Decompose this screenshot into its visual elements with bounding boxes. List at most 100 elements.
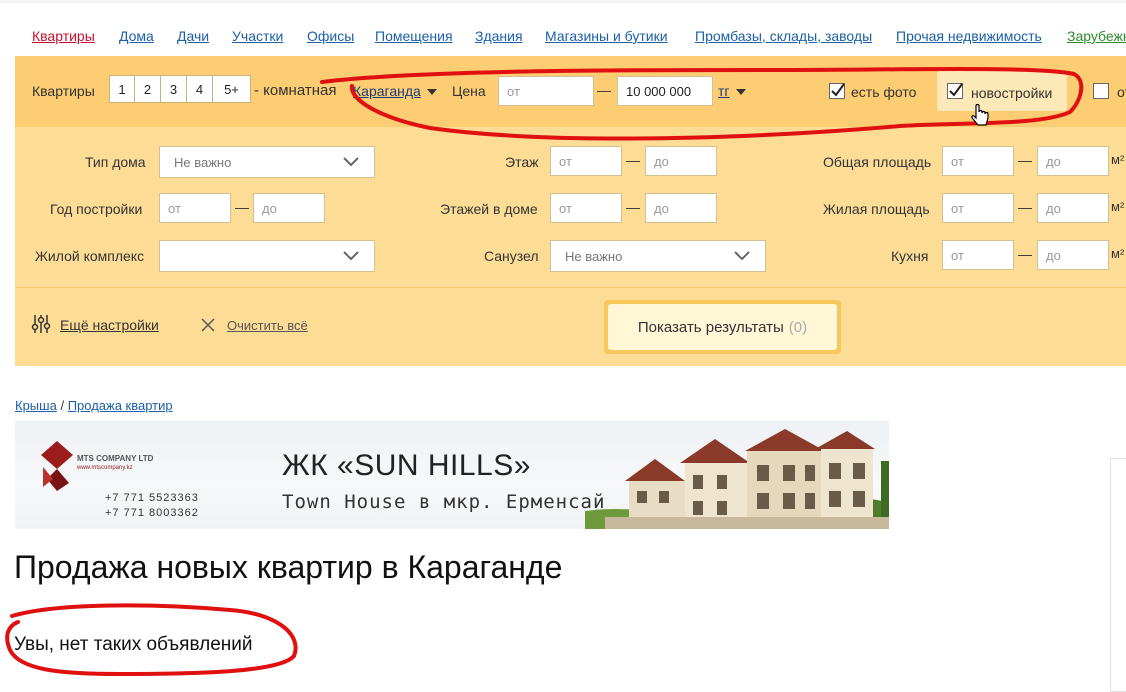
nav-item-abroad[interactable]: Зарубежн <box>1067 28 1126 44</box>
nav-item-buildings[interactable]: Здания <box>475 28 523 44</box>
living-area-label: Жилая площадь <box>823 201 930 217</box>
floors-to-input[interactable]: до <box>645 193 717 223</box>
unit-label: м² <box>1111 152 1125 167</box>
apartments-label: Квартиры <box>32 83 95 99</box>
city-value: Караганда <box>353 83 421 99</box>
currency-value: тг <box>718 83 730 99</box>
nav-item-apartments[interactable]: Квартиры <box>32 28 95 44</box>
category-nav: Квартиры Дома Дачи Участки Офисы Помещен… <box>0 0 1126 56</box>
chevron-down-icon <box>343 157 359 167</box>
show-results-button-frame: Показать результаты (0) <box>604 300 841 354</box>
room-count-selector: 1 2 3 4 5+ <box>109 75 251 103</box>
unit-label: м² <box>1111 246 1125 261</box>
floors-from-input[interactable]: от <box>550 193 622 223</box>
banner-subtitle: Town House в мкр. Ерменсай <box>282 491 606 513</box>
show-results-label: Показать результаты <box>637 318 784 336</box>
floor-to-input[interactable]: до <box>645 146 717 176</box>
unit-label: м² <box>1111 199 1125 214</box>
kitchen-from-input[interactable]: от <box>942 240 1014 270</box>
banner-site: www.mtscompany.kz <box>77 465 133 471</box>
price-from-input[interactable]: от <box>498 76 594 106</box>
total-area-dash: — <box>1018 152 1032 168</box>
breadcrumb-item-home[interactable]: Крыша <box>15 398 57 413</box>
close-icon[interactable] <box>201 318 215 332</box>
total-area-to-input[interactable]: до <box>1037 146 1109 176</box>
house-type-select[interactable]: Не важно <box>159 146 375 178</box>
has-photo-checkbox[interactable] <box>829 83 845 99</box>
floor-label: Этаж <box>505 154 539 170</box>
floors-label: Этажей в доме <box>440 201 538 217</box>
breadcrumb: Крыша / Продажа квартир <box>15 398 173 413</box>
settings-sliders-icon[interactable] <box>31 314 51 334</box>
new-buildings-label: новостройки <box>971 85 1053 101</box>
nav-item-plots[interactable]: Участки <box>232 28 283 44</box>
nav-item-shops[interactable]: Магазины и бутики <box>545 28 668 44</box>
price-to-input[interactable]: 10 000 000 <box>617 76 713 106</box>
house-type-label: Тип дома <box>85 154 146 170</box>
results-count: (0) <box>788 318 808 336</box>
new-buildings-option[interactable]: новостройки <box>937 71 1067 111</box>
extra-checkbox[interactable] <box>1093 83 1109 99</box>
house-type-value: Не важно <box>174 154 232 170</box>
price-dash: — <box>597 82 611 98</box>
living-area-to-input[interactable]: до <box>1037 193 1109 223</box>
clear-all-link[interactable]: Очистить всё <box>227 318 308 333</box>
check-icon <box>949 83 963 97</box>
side-panel-edge <box>1110 458 1126 692</box>
bathroom-value: Не важно <box>565 248 623 264</box>
kitchen-to-input[interactable]: до <box>1037 240 1109 270</box>
room-btn-1[interactable]: 1 <box>109 75 135 103</box>
search-filter-panel: Квартиры 1 2 3 4 5+ - комнатная Караганд… <box>15 56 1126 366</box>
empty-results-message: Увы, нет таких объявлений <box>14 634 253 655</box>
filter-divider <box>15 287 1126 288</box>
floors-dash: — <box>626 199 640 215</box>
banner-phone-1: +7 771 5523363 <box>105 492 199 504</box>
page-title: Продажа новых квартир в Караганде <box>14 549 563 585</box>
check-icon <box>831 83 845 97</box>
build-year-dash: — <box>235 199 249 215</box>
kitchen-label: Кухня <box>891 248 929 264</box>
floor-from-input[interactable]: от <box>550 146 622 176</box>
currency-dropdown[interactable]: тг <box>718 83 746 99</box>
nav-item-houses[interactable]: Дома <box>119 28 154 44</box>
build-year-to-input[interactable]: до <box>253 193 325 223</box>
breadcrumb-separator: / <box>60 398 65 413</box>
nav-item-industrial[interactable]: Промбазы, склады, заводы <box>695 28 872 44</box>
city-dropdown[interactable]: Караганда <box>353 83 437 99</box>
room-btn-3[interactable]: 3 <box>161 75 187 103</box>
total-area-from-input[interactable]: от <box>942 146 1014 176</box>
build-year-from-input[interactable]: от <box>159 193 231 223</box>
nav-item-offices[interactable]: Офисы <box>307 28 354 44</box>
rooms-suffix: - комнатная <box>254 82 337 99</box>
build-year-label: Год постройки <box>50 201 143 217</box>
kitchen-dash: — <box>1018 246 1032 262</box>
ad-banner[interactable]: MTS COMPANY LTD www.mtscompany.kz +7 771… <box>15 421 889 529</box>
complex-select[interactable] <box>159 240 375 272</box>
nav-item-dachas[interactable]: Дачи <box>177 28 209 44</box>
room-btn-5plus[interactable]: 5+ <box>213 75 251 103</box>
nav-item-premises[interactable]: Помещения <box>375 28 453 44</box>
filter-main-row: Квартиры 1 2 3 4 5+ - комнатная Караганд… <box>15 56 1126 127</box>
chevron-down-icon <box>734 251 750 261</box>
show-results-button[interactable]: Показать результаты (0) <box>608 304 837 350</box>
company-logo-icon <box>41 441 73 491</box>
room-btn-2[interactable]: 2 <box>135 75 161 103</box>
breadcrumb-item-sale[interactable]: Продажа квартир <box>68 398 173 413</box>
banner-phone-2: +7 771 8003362 <box>105 507 199 519</box>
nav-item-other[interactable]: Прочая недвижимость <box>896 28 1042 44</box>
chevron-down-icon <box>343 251 359 261</box>
floor-dash: — <box>626 152 640 168</box>
complex-label: Жилой комплекс <box>35 248 145 264</box>
room-btn-4[interactable]: 4 <box>187 75 213 103</box>
living-area-from-input[interactable]: от <box>942 193 1014 223</box>
has-photo-label: есть фото <box>851 84 917 100</box>
new-buildings-checkbox[interactable] <box>947 83 963 99</box>
living-area-dash: — <box>1018 199 1032 215</box>
more-settings-link[interactable]: Ещё настройки <box>60 317 159 333</box>
bathroom-label: Санузел <box>484 248 539 264</box>
bathroom-select[interactable]: Не важно <box>550 240 766 272</box>
total-area-label: Общая площадь <box>823 154 932 170</box>
banner-company: MTS COMPANY LTD <box>77 454 154 463</box>
extra-checkbox-label: от <box>1117 84 1126 100</box>
chevron-down-icon <box>426 89 437 96</box>
